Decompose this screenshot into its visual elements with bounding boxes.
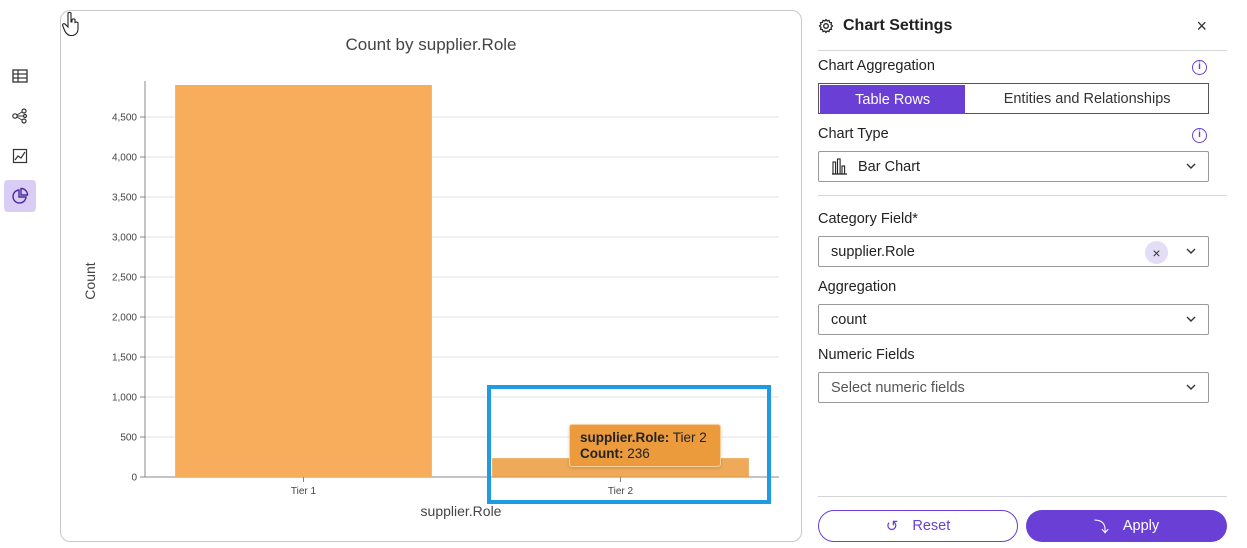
y-tick-label: 2,500 (112, 273, 137, 284)
chevron-down-icon (1186, 248, 1196, 254)
chart-tooltip: supplier.Role: Tier 2 Count: 236 (569, 424, 721, 467)
category-field-value: supplier.Role (831, 243, 915, 260)
timeline-view-button[interactable] (4, 140, 36, 172)
chevron-down-icon (1186, 316, 1196, 322)
category-field-select[interactable]: supplier.Role × (818, 236, 1209, 267)
chart-type-label: Chart Type (818, 126, 889, 142)
clear-selection-button[interactable]: × (1145, 241, 1168, 264)
left-rail (0, 0, 40, 548)
y-tick-label: 1,500 (112, 353, 137, 364)
y-tick-label: 3,000 (112, 233, 137, 244)
y-axis-label: Count (82, 262, 98, 299)
chart-aggregation-label: Chart Aggregation (818, 58, 935, 74)
panel-title: Chart Settings (843, 17, 953, 34)
reset-button[interactable]: ↺ Reset (818, 510, 1018, 542)
chart-type-value: Bar Chart (858, 158, 921, 175)
aggregation-value: count (831, 311, 867, 328)
close-button[interactable]: × (1196, 16, 1207, 37)
numeric-fields-select[interactable]: Select numeric fields (818, 372, 1209, 403)
apply-icon: ⤵ (1093, 518, 1109, 536)
y-tick-label: 0 (131, 473, 137, 484)
aggregation-toggle: Table Rows Entities and Relationships (818, 83, 1209, 114)
y-tick-label: 2,000 (112, 313, 137, 324)
table-view-button[interactable] (4, 60, 36, 92)
entities-relationships-option[interactable]: Entities and Relationships (966, 84, 1208, 113)
graph-network-icon (12, 108, 28, 124)
y-tick-label: 4,500 (112, 113, 137, 124)
numeric-fields-placeholder: Select numeric fields (831, 379, 965, 396)
aggregation-label: Aggregation (818, 279, 897, 295)
bar-tier-1 (175, 85, 432, 477)
reset-label: Reset (912, 518, 951, 534)
y-tick-label: 4,000 (112, 153, 137, 164)
info-icon[interactable]: i (1192, 128, 1207, 143)
chevron-down-icon (1186, 163, 1196, 169)
divider (818, 50, 1227, 51)
chevron-down-icon (1186, 384, 1196, 390)
gear-icon (818, 18, 834, 34)
reset-icon: ↺ (885, 518, 899, 535)
graph-view-button[interactable] (4, 100, 36, 132)
tooltip-count-label: Count: (580, 446, 624, 461)
x-axis-label: supplier.Role (421, 503, 502, 519)
apply-button[interactable]: ⤵ Apply (1026, 510, 1227, 542)
chart-card: 0 500 1,000 1,500 2,000 2,500 3,000 3,500 4,000 4… (60, 10, 802, 542)
chart-type-select[interactable]: Bar Chart (818, 151, 1209, 182)
tooltip-field-value: Tier 2 (672, 430, 707, 445)
chart-settings-panel: Chart Settings × Chart Aggregation i Tab… (818, 0, 1227, 548)
divider (818, 195, 1227, 196)
bar-chart-icon (832, 158, 847, 175)
apply-label: Apply (1122, 518, 1160, 534)
tooltip-count-value: 236 (627, 446, 650, 461)
panel-header: Chart Settings × (818, 10, 1227, 42)
hand-cursor-icon (61, 11, 79, 37)
category-field-label: Category Field* (818, 211, 918, 227)
pie-chart-icon (12, 187, 29, 204)
chart-view-button[interactable] (4, 180, 36, 212)
numeric-fields-label: Numeric Fields (818, 347, 915, 363)
y-tick-label: 500 (120, 433, 137, 444)
info-icon[interactable]: i (1192, 60, 1207, 75)
x-tick-label: Tier 1 (291, 486, 317, 497)
tooltip-field-label: supplier.Role: (580, 430, 670, 445)
aggregation-select[interactable]: count (818, 304, 1209, 335)
divider (818, 496, 1227, 497)
chart-line-icon (12, 148, 28, 164)
y-tick-label: 3,500 (112, 193, 137, 204)
chart-title: Count by supplier.Role (345, 35, 516, 54)
table-icon (12, 69, 28, 83)
y-tick-label: 1,000 (112, 393, 137, 404)
table-rows-option[interactable]: Table Rows (820, 85, 966, 114)
